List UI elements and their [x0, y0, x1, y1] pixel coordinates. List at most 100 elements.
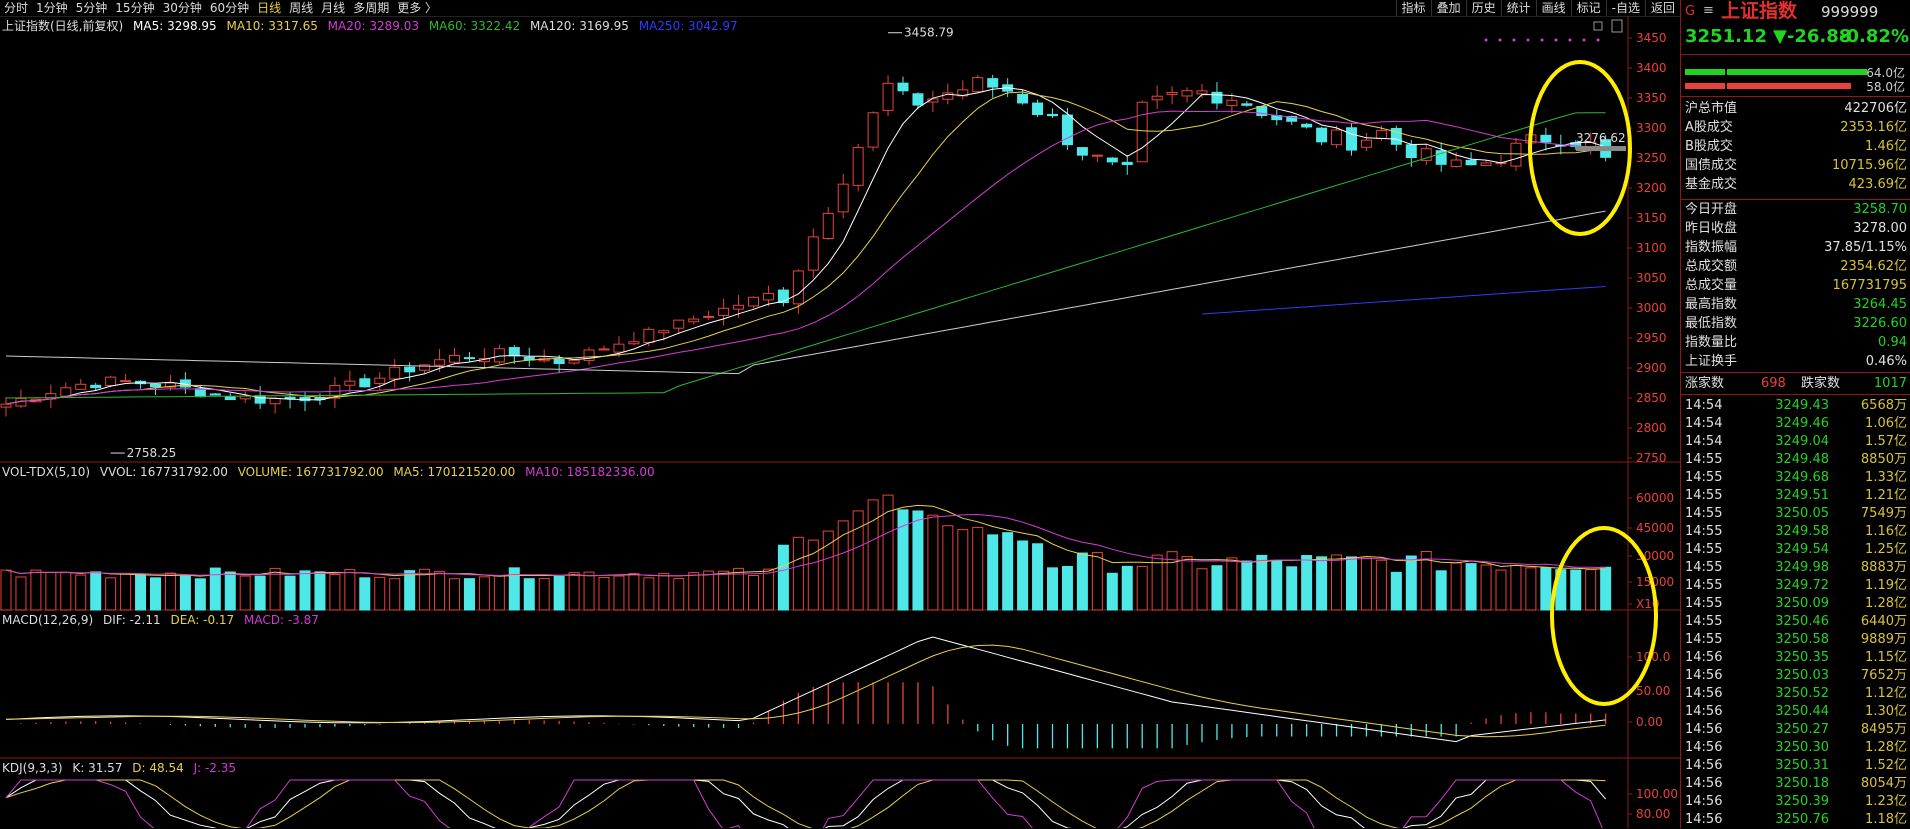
- candle-body: [568, 359, 580, 364]
- stat-value: 0.46%: [1865, 354, 1907, 369]
- candle-body: [912, 93, 924, 106]
- volume-bar: [1570, 569, 1582, 611]
- up-count: 698: [1761, 376, 1786, 391]
- ma250-legend: MA250: 3042.97: [638, 19, 738, 33]
- low-label: 2758.25: [127, 446, 177, 460]
- volume-bar: [718, 570, 730, 611]
- tick-row: 14:56 3250.27 8495万: [1681, 721, 1909, 739]
- volume-bar: [1196, 568, 1208, 611]
- current-price-box: [1576, 146, 1626, 152]
- tick-volume: 1.25亿: [1865, 542, 1907, 557]
- tick-volume: 1.12亿: [1865, 686, 1907, 701]
- candle-body: [1091, 154, 1103, 157]
- candle-body: [762, 292, 774, 301]
- kdj-axis-label: 100.00: [1636, 787, 1678, 801]
- stat-label: 总成交量: [1685, 278, 1738, 293]
- candle-body: [718, 307, 730, 316]
- candle-body: [598, 348, 610, 351]
- volume-bar: [463, 578, 475, 611]
- candle-body: [284, 396, 296, 400]
- candle-body: [628, 341, 640, 345]
- tick-volume: 1.52亿: [1865, 758, 1907, 773]
- tick-volume: 8495万: [1860, 722, 1907, 737]
- stat-value: 0.94: [1878, 335, 1907, 350]
- stat-label: 上证换手: [1685, 354, 1738, 369]
- volume-bar: [224, 571, 236, 611]
- volume-bar: [658, 572, 670, 611]
- price-axis-label: 3300: [1636, 121, 1667, 135]
- candle-body: [987, 78, 999, 88]
- tick-volume: 1.16亿: [1865, 524, 1907, 539]
- kline-chart[interactable]: 3450 3400 3350 3300 3250 3200 3150 3100 3050 3000…: [0, 0, 1680, 828]
- tick-time: 14:56: [1685, 794, 1723, 809]
- volume-bar: [1450, 562, 1462, 611]
- kdj-legend: KDJ(9,3,3) K: 31.57 D: 48.54 J: -2.35: [2, 760, 242, 776]
- price-axis-label: 3400: [1636, 61, 1667, 75]
- stat-label: 国债成交: [1685, 158, 1738, 173]
- volume-bar: [449, 578, 460, 611]
- candle-body: [748, 296, 759, 307]
- candle-body: [1047, 113, 1058, 117]
- volume-bar: [1151, 554, 1163, 611]
- d-line: [5, 779, 1606, 828]
- tick-time: 14:55: [1685, 578, 1723, 593]
- volume-bar: [1435, 570, 1447, 611]
- menu-icon[interactable]: ≡: [1703, 3, 1714, 18]
- volume-bar: [15, 576, 27, 611]
- candle-body: [1405, 144, 1417, 159]
- candle-body: [1360, 139, 1372, 148]
- tick-price: 3249.51: [1775, 488, 1829, 503]
- stat-row: A股成交 2353.16亿: [1681, 118, 1909, 137]
- stat-value: 3278.00: [1853, 221, 1907, 236]
- volume-bar: [1271, 560, 1283, 611]
- divider: [1681, 96, 1910, 97]
- vol-axis-label: 45000: [1636, 521, 1674, 535]
- tick-price: 3249.68: [1775, 470, 1829, 485]
- group-mark[interactable]: G: [1685, 4, 1695, 19]
- volume-bar: [389, 578, 401, 611]
- stat-value: 2354.62亿: [1840, 259, 1907, 274]
- volume-bar: [523, 578, 535, 611]
- candle-body: [224, 395, 236, 401]
- dif-line: [5, 636, 1606, 743]
- volume-bar: [688, 572, 700, 611]
- candle-body: [90, 384, 102, 389]
- tick-price: 3249.58: [1775, 524, 1829, 539]
- signal-dot: [1484, 38, 1488, 42]
- volume-bar: [733, 567, 745, 611]
- price-axis-label: 2800: [1636, 421, 1667, 435]
- candle-body: [75, 383, 87, 390]
- volume-bar: [703, 570, 715, 611]
- tick-time: 14:55: [1685, 560, 1723, 575]
- price-axis-label: 2950: [1636, 331, 1667, 345]
- stat-row: 指数振幅 37.85/1.15%: [1681, 238, 1909, 257]
- kdj-axis-label: 80.00: [1636, 807, 1670, 821]
- candle-body: [1196, 90, 1208, 95]
- volume-bar: [1600, 566, 1612, 611]
- ma120-legend: MA120: 3169.95: [529, 19, 629, 33]
- tick-price: 3250.30: [1775, 740, 1829, 755]
- stat-label: 最低指数: [1685, 316, 1738, 331]
- tick-time: 14:55: [1685, 488, 1723, 503]
- tick-row: 14:55 3250.46 6440万: [1681, 613, 1909, 631]
- volume-bar: [1211, 565, 1223, 611]
- candle-body: [673, 319, 685, 329]
- volume-bar: [1375, 559, 1387, 611]
- signal-dot: [1512, 38, 1516, 42]
- tick-row: 14:54 3249.43 6568万: [1681, 397, 1909, 415]
- volume-bar: [314, 571, 326, 611]
- up-label: 涨家数: [1685, 376, 1725, 391]
- tick-price: 3249.48: [1775, 452, 1829, 467]
- signal-dot: [1526, 38, 1530, 42]
- tick-row: 14:55 3249.58 1.16亿: [1681, 523, 1909, 541]
- tick-time: 14:54: [1685, 416, 1723, 431]
- candle-body: [194, 388, 206, 398]
- buy-sell-bar-1: 64.0亿: [1685, 66, 1905, 80]
- tick-volume: 1.33亿: [1865, 470, 1907, 485]
- volume-bar: [987, 534, 999, 611]
- tick-row: 14:54 3249.46 1.06亿: [1681, 415, 1909, 433]
- tick-time: 14:54: [1685, 434, 1723, 449]
- volume-bar: [1525, 567, 1537, 611]
- volume-bar: [1091, 551, 1103, 611]
- volume-bar: [538, 578, 550, 611]
